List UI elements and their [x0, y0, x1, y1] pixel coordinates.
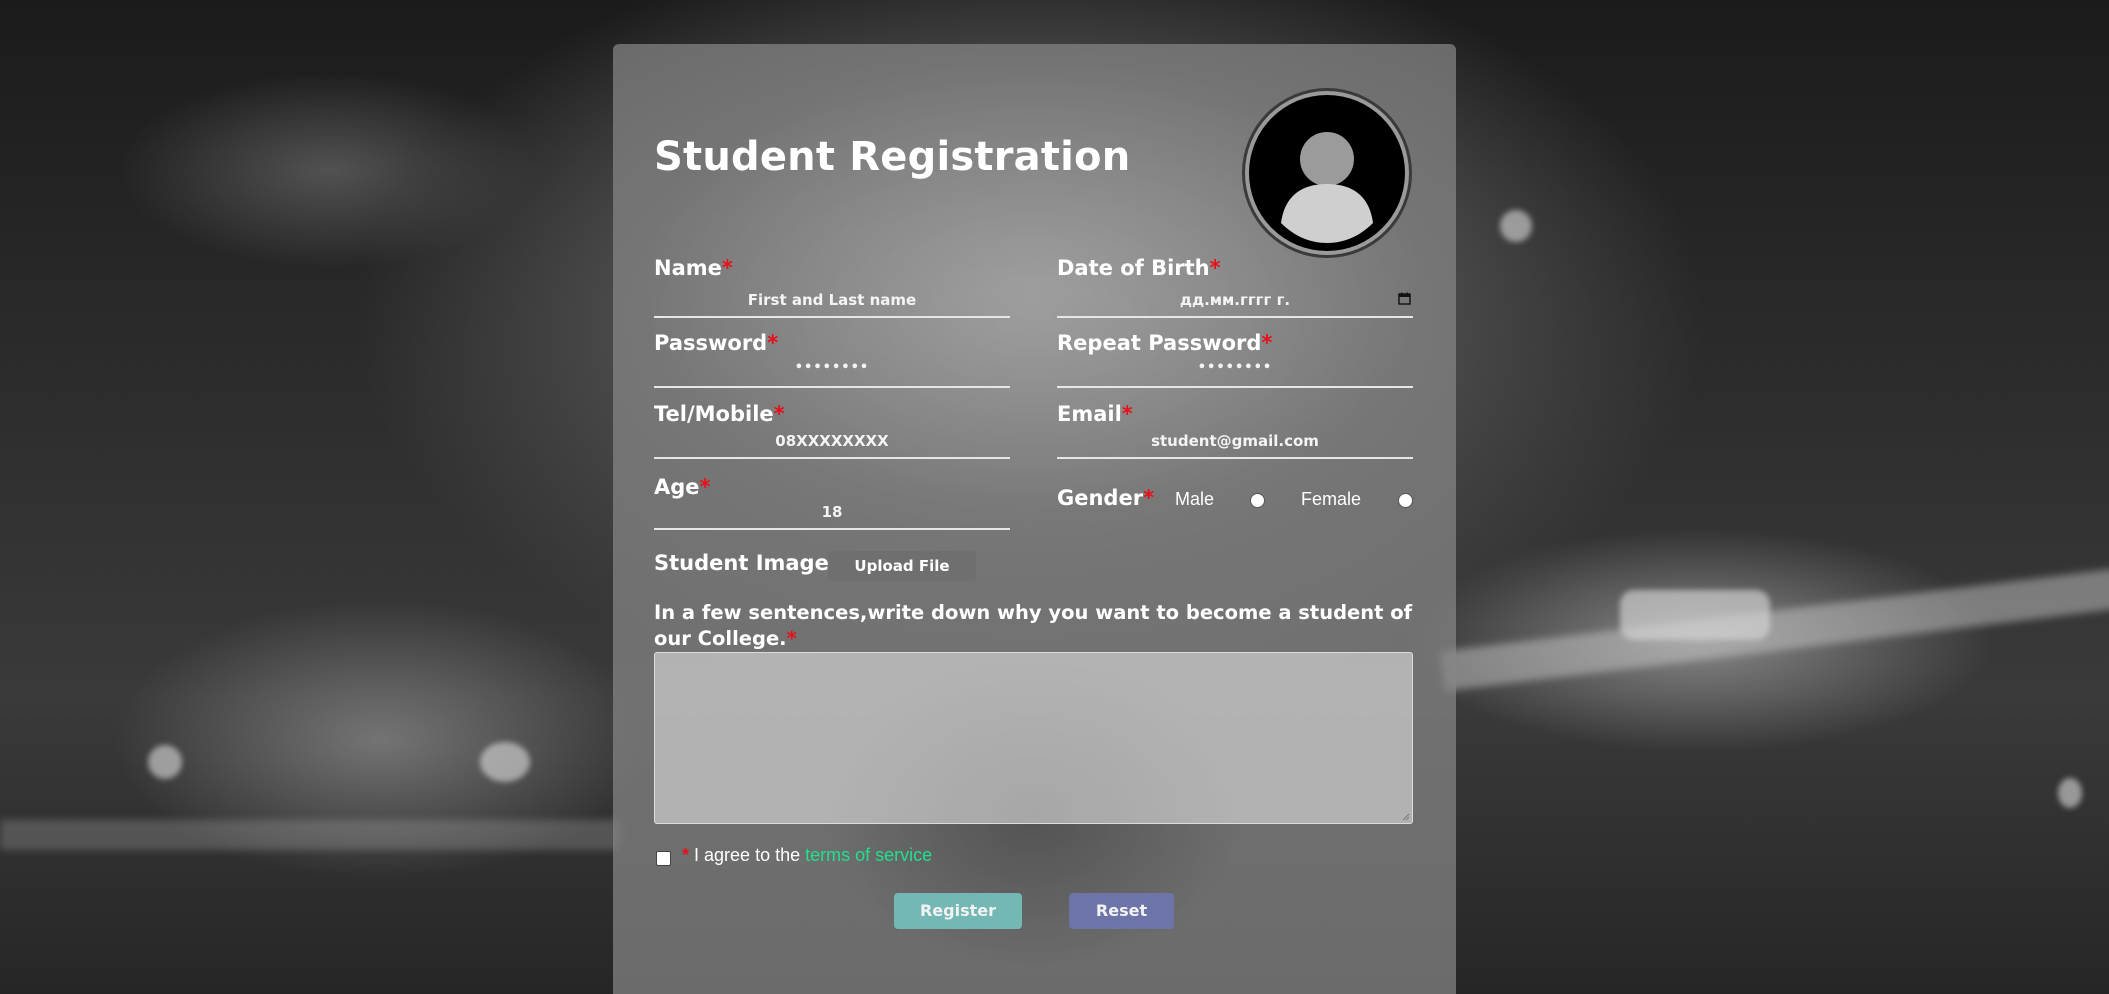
- calendar-icon[interactable]: [1398, 292, 1411, 305]
- registration-card: Student Registration Name* First and Las…: [613, 44, 1456, 994]
- repeat-password-value: ••••••••: [1197, 360, 1273, 375]
- student-image-label: Student Image: [654, 551, 829, 575]
- repeat-password-field[interactable]: ••••••••: [1057, 358, 1413, 388]
- gender-label: Gender*: [1057, 486, 1155, 510]
- password-field[interactable]: ••••••••: [654, 358, 1010, 388]
- name-label: Name*: [654, 256, 733, 280]
- user-avatar-icon: [1242, 88, 1412, 258]
- email-label: Email*: [1057, 402, 1133, 426]
- gender-female-label: Female: [1301, 489, 1362, 509]
- terms-of-service-link[interactable]: terms of service: [805, 845, 932, 865]
- age-value: 18: [821, 503, 843, 521]
- age-label: Age*: [654, 475, 711, 499]
- background-light: [2058, 778, 2082, 808]
- password-value: ••••••••: [794, 360, 870, 375]
- gender-male-radio[interactable]: [1250, 493, 1265, 508]
- tel-field[interactable]: 08XXXXXXXX: [654, 429, 1010, 459]
- repeat-password-label: Repeat Password*: [1057, 331, 1273, 355]
- name-field[interactable]: First and Last name: [654, 288, 1010, 318]
- tel-placeholder: 08XXXXXXXX: [775, 432, 889, 450]
- background-light: [148, 745, 182, 779]
- reset-button[interactable]: Reset: [1069, 893, 1174, 929]
- gender-male-label: Male: [1175, 489, 1215, 509]
- terms-required-mark: *: [682, 845, 690, 865]
- age-field[interactable]: 18: [654, 500, 1010, 530]
- background-light: [480, 742, 530, 782]
- resize-grip-icon[interactable]: [1402, 813, 1410, 821]
- terms-agreement: * I agree to the terms of service: [682, 845, 932, 866]
- terms-text: I agree to the: [694, 845, 806, 865]
- email-placeholder: student@gmail.com: [1151, 432, 1319, 450]
- gender-female-radio[interactable]: [1398, 493, 1413, 508]
- dob-label: Date of Birth*: [1057, 256, 1221, 280]
- dob-field[interactable]: дд.мм.гггг г.: [1057, 288, 1413, 318]
- upload-file-button[interactable]: Upload File: [828, 551, 976, 581]
- page-title: Student Registration: [654, 134, 1131, 180]
- tel-label: Tel/Mobile*: [654, 402, 785, 426]
- name-placeholder: First and Last name: [747, 291, 917, 309]
- essay-textarea[interactable]: [654, 652, 1413, 824]
- email-field[interactable]: student@gmail.com: [1057, 429, 1413, 459]
- terms-checkbox[interactable]: [656, 851, 671, 866]
- background-light-band: [1440, 568, 2109, 692]
- password-label: Password*: [654, 331, 779, 355]
- background-light-band: [0, 820, 620, 850]
- register-button[interactable]: Register: [894, 893, 1022, 929]
- dob-placeholder: дд.мм.гггг г.: [1179, 291, 1291, 309]
- essay-label: In a few sentences,write down why you wa…: [654, 601, 1413, 650]
- background-light: [1500, 210, 1532, 242]
